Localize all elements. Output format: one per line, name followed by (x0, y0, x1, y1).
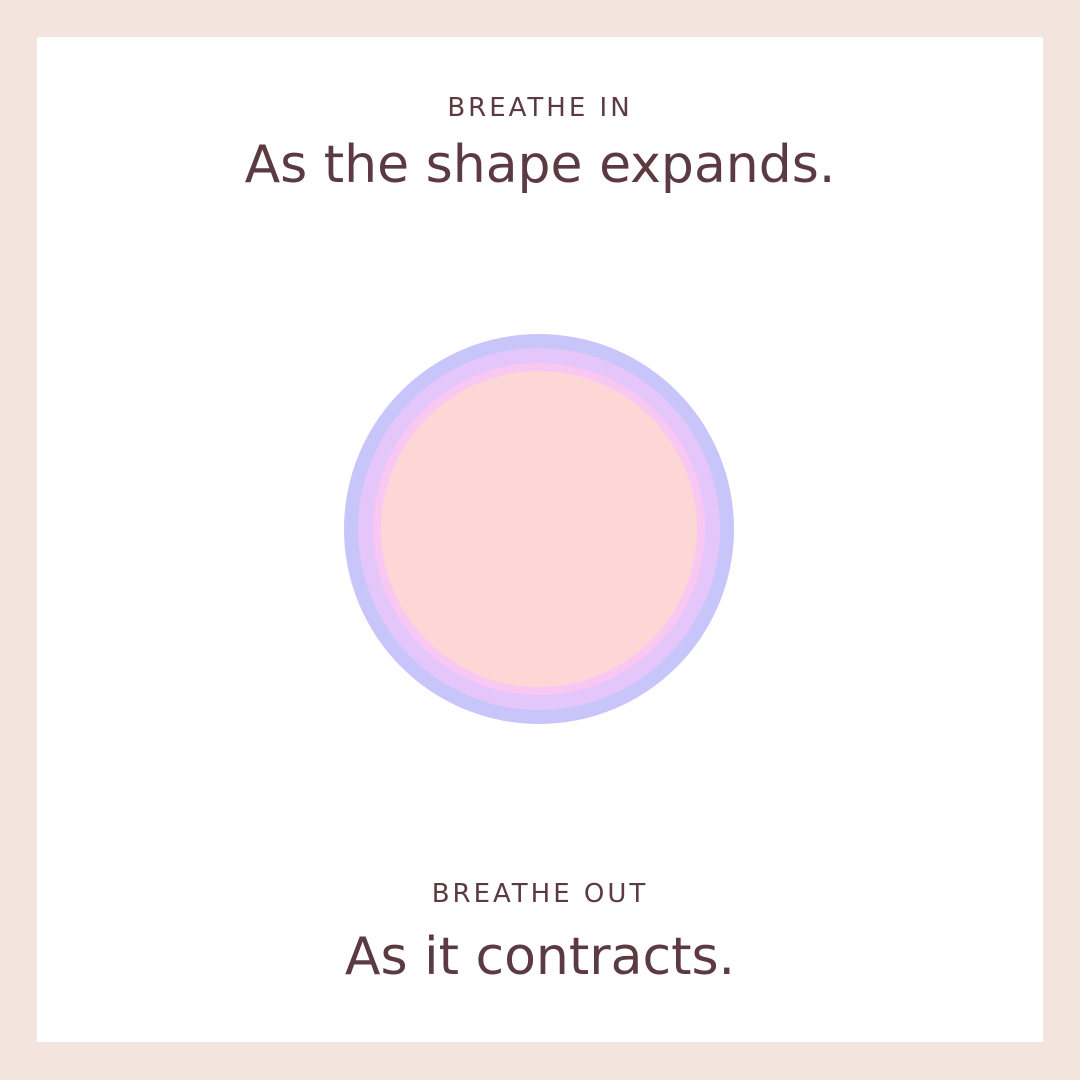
breathing-circle (344, 334, 734, 724)
content-panel: BREATHE IN As the shape expands. BREATHE… (37, 37, 1043, 1042)
breathe-in-instruction: As the shape expands. (244, 135, 836, 195)
breathe-out-label: BREATHE OUT (431, 879, 649, 909)
breathing-circle-core (381, 371, 697, 687)
breathe-in-label: BREATHE IN (447, 93, 633, 123)
breathe-out-instruction: As it contracts. (344, 927, 736, 987)
